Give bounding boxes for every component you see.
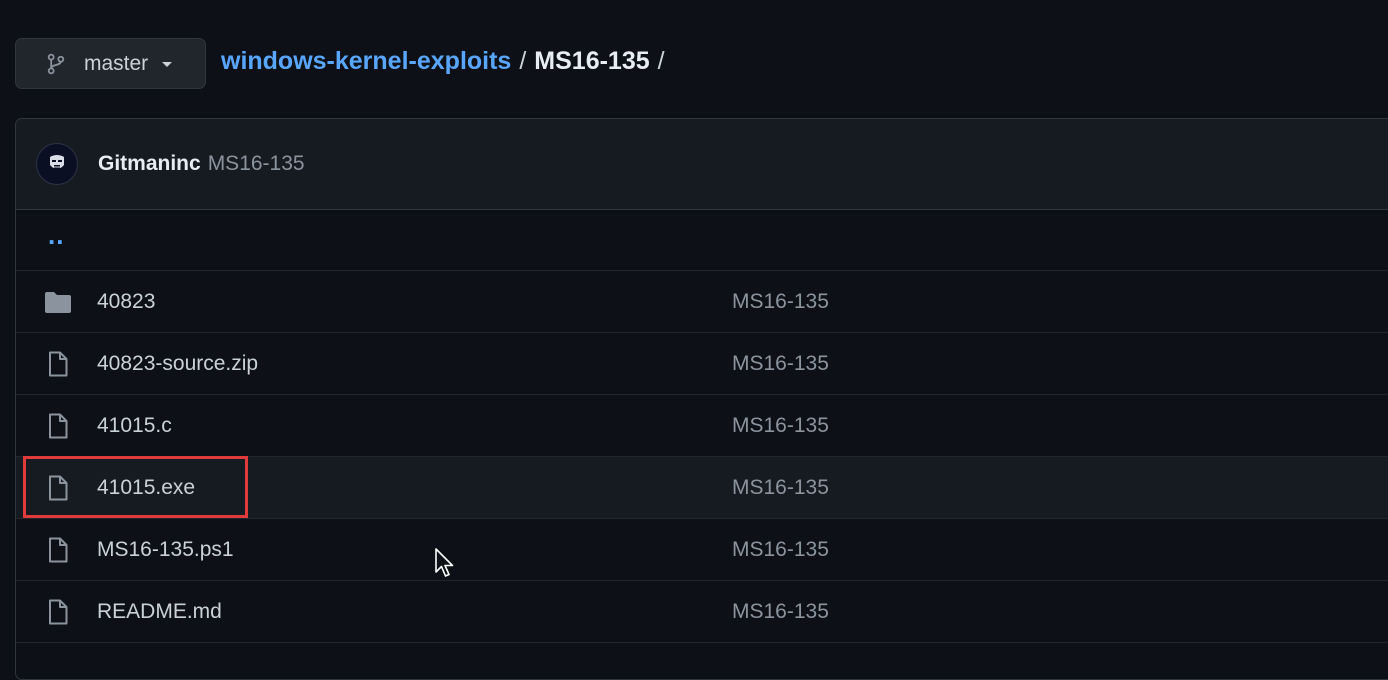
file-name[interactable]: 40823-source.zip bbox=[97, 352, 258, 376]
parent-directory-row[interactable]: .. bbox=[16, 210, 1388, 271]
file-listing: Gitmaninc MS16-135 .. 40823 MS16-135 408… bbox=[15, 118, 1388, 680]
file-row[interactable]: 40823-source.zip MS16-135 bbox=[16, 333, 1388, 395]
breadcrumb-repo-link[interactable]: windows-kernel-exploits bbox=[221, 47, 511, 76]
file-icon bbox=[42, 348, 74, 380]
file-row[interactable]: README.md MS16-135 bbox=[16, 581, 1388, 643]
file-row[interactable]: MS16-135.ps1 MS16-135 bbox=[16, 519, 1388, 581]
git-branch-icon bbox=[47, 53, 65, 74]
file-icon bbox=[42, 596, 74, 628]
commit-message[interactable]: MS16-135 bbox=[208, 152, 305, 176]
file-commit-message[interactable]: MS16-135 bbox=[732, 414, 829, 438]
file-row[interactable]: 41015.c MS16-135 bbox=[16, 395, 1388, 457]
branch-select-button[interactable]: master bbox=[15, 38, 206, 89]
annotation-highlight-box bbox=[23, 456, 248, 518]
file-name[interactable]: MS16-135.ps1 bbox=[97, 538, 234, 562]
file-icon bbox=[42, 534, 74, 566]
file-name[interactable]: 41015.c bbox=[97, 414, 172, 438]
file-icon bbox=[42, 410, 74, 442]
avatar-mask-icon bbox=[50, 155, 64, 169]
file-commit-message[interactable]: MS16-135 bbox=[732, 538, 829, 562]
parent-directory-link[interactable]: .. bbox=[48, 220, 64, 251]
latest-commit-header: Gitmaninc MS16-135 bbox=[16, 119, 1388, 210]
file-commit-message[interactable]: MS16-135 bbox=[732, 476, 829, 500]
breadcrumb-current-folder: MS16-135 bbox=[534, 46, 650, 75]
file-commit-message[interactable]: MS16-135 bbox=[732, 352, 829, 376]
avatar[interactable] bbox=[36, 143, 78, 185]
breadcrumb-trailing-separator: / bbox=[657, 46, 665, 75]
breadcrumb: windows-kernel-exploits / MS16-135 / bbox=[221, 44, 673, 78]
folder-icon bbox=[42, 286, 74, 318]
branch-name: master bbox=[84, 51, 149, 75]
mouse-cursor-icon bbox=[435, 548, 454, 577]
file-commit-message[interactable]: MS16-135 bbox=[732, 600, 829, 624]
file-row[interactable]: 40823 MS16-135 bbox=[16, 271, 1388, 333]
caret-down-icon bbox=[162, 62, 173, 67]
file-commit-message[interactable]: MS16-135 bbox=[732, 290, 829, 314]
file-name[interactable]: 40823 bbox=[97, 290, 155, 314]
commit-author[interactable]: Gitmaninc bbox=[98, 152, 201, 176]
file-name[interactable]: README.md bbox=[97, 600, 222, 624]
breadcrumb-separator: / bbox=[519, 46, 527, 75]
